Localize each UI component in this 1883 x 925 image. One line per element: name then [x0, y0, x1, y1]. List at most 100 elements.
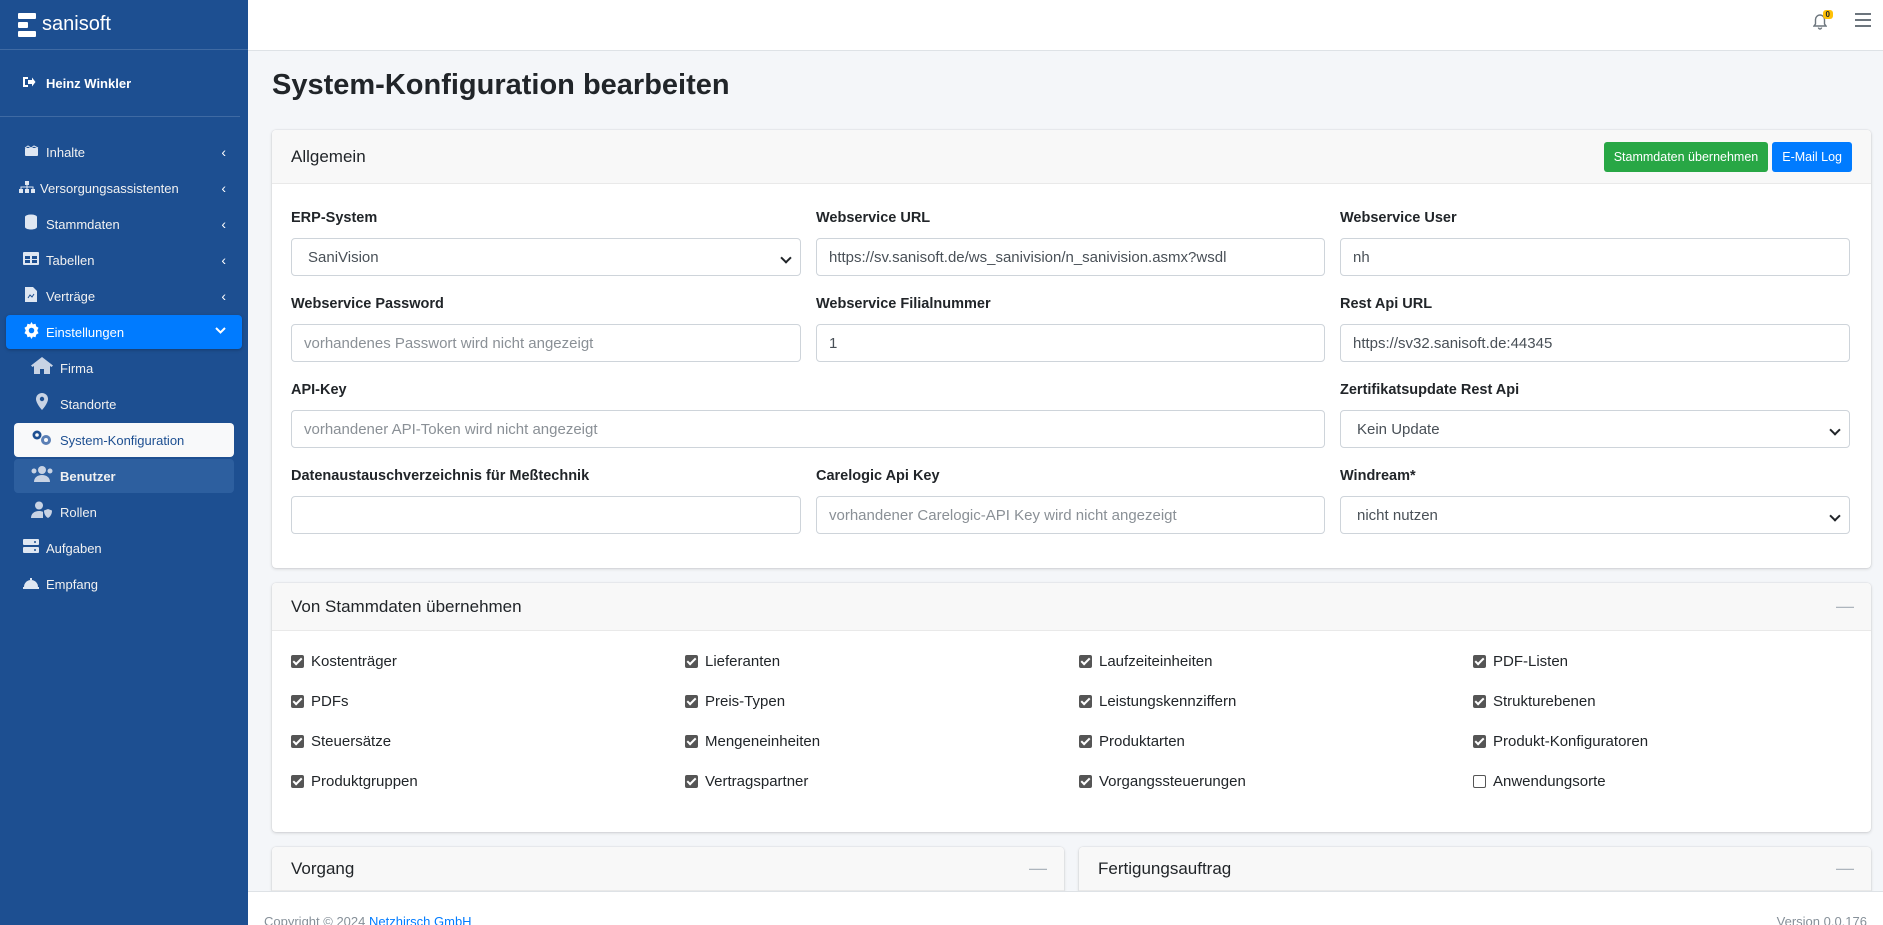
map-marker-icon: [28, 393, 56, 415]
sidebar-item-label: Empfang: [46, 576, 99, 592]
notification-badge: 0: [1822, 10, 1833, 19]
card-tools: Stammdaten übernehmen E-Mail Log: [1603, 141, 1852, 172]
import-option-checkbox[interactable]: Produktarten: [1079, 733, 1185, 750]
card-title: Von Stammdaten übernehmen: [291, 596, 522, 616]
sidebar-item-versorgungsassistenten[interactable]: Versorgungsassistenten ‹: [6, 171, 242, 205]
import-option-label: Strukturebenen: [1493, 693, 1596, 710]
sidebar-item-tabellen[interactable]: Tabellen ‹: [6, 243, 242, 277]
import-option-label: Kostenträger: [311, 653, 397, 670]
email-log-button[interactable]: E-Mail Log: [1772, 141, 1852, 172]
import-option-checkbox[interactable]: PDFs: [291, 693, 349, 710]
import-option-checkbox[interactable]: PDF-Listen: [1473, 653, 1568, 670]
checkbox-checked-icon[interactable]: [291, 775, 304, 788]
windream-select[interactable]: nicht nutzen: [1340, 496, 1850, 534]
sidebar-item-aufgaben[interactable]: Aufgaben: [6, 531, 242, 565]
checkbox-checked-icon[interactable]: [685, 735, 698, 748]
erp-system-label: ERP-System: [291, 210, 378, 226]
user-panel[interactable]: Heinz Winkler: [0, 50, 240, 117]
sanisoft-logo-icon: [18, 12, 36, 37]
sidebar-item-system-konfiguration[interactable]: System-Konfiguration: [14, 423, 234, 457]
sidebar-item-empfang[interactable]: Empfang: [6, 567, 242, 601]
checkbox-checked-icon[interactable]: [291, 735, 304, 748]
api-key-label: API-Key: [291, 382, 347, 398]
import-option-checkbox[interactable]: Vorgangssteuerungen: [1079, 773, 1246, 790]
webservice-url-value: https://sv.sanisoft.de/ws_sanivision/n_s…: [829, 248, 1227, 266]
collapse-button[interactable]: —: [1836, 596, 1854, 617]
checkbox-checked-icon[interactable]: [1079, 695, 1092, 708]
webservice-user-value: nh: [1353, 248, 1370, 266]
import-option-checkbox[interactable]: Produkt-Konfiguratoren: [1473, 733, 1648, 750]
import-option-checkbox[interactable]: Preis-Typen: [685, 693, 785, 710]
collapse-button[interactable]: —: [1029, 858, 1047, 879]
erp-system-select[interactable]: SaniVision: [291, 238, 801, 276]
menu-toggle-button[interactable]: [1855, 13, 1871, 27]
import-option-label: Vorgangssteuerungen: [1099, 773, 1246, 790]
checkbox-checked-icon[interactable]: [291, 695, 304, 708]
import-option-checkbox[interactable]: Mengeneinheiten: [685, 733, 820, 750]
collapse-button[interactable]: —: [1836, 858, 1854, 879]
import-option-checkbox[interactable]: Lieferanten: [685, 653, 780, 670]
checkbox-checked-icon[interactable]: [1473, 735, 1486, 748]
import-option-checkbox[interactable]: Leistungskennziffern: [1079, 693, 1236, 710]
sidebar-item-label: Standorte: [60, 396, 117, 412]
sidebar-item-label: Aufgaben: [46, 540, 102, 556]
sidebar-item-label: Firma: [60, 360, 94, 376]
exchange-dir-input[interactable]: [291, 496, 801, 534]
import-masterdata-button[interactable]: Stammdaten übernehmen: [1603, 141, 1769, 172]
sidebar-item-firma[interactable]: Firma: [6, 351, 242, 385]
sidebar-item-einstellungen[interactable]: Einstellungen: [6, 315, 242, 349]
webservice-branch-input[interactable]: 1: [816, 324, 1325, 362]
checkbox-checked-icon[interactable]: [685, 775, 698, 788]
checkbox-checked-icon[interactable]: [291, 655, 304, 668]
cert-update-select[interactable]: Kein Update: [1340, 410, 1850, 448]
footer: Copyright © 2024 Netzhirsch GmbH Version…: [248, 891, 1883, 925]
webservice-user-input[interactable]: nh: [1340, 238, 1850, 276]
checkbox-checked-icon[interactable]: [1473, 695, 1486, 708]
api-key-input[interactable]: vorhandener API-Token wird nicht angezei…: [291, 410, 1325, 448]
home-icon: [28, 357, 56, 379]
import-option-label: Produktarten: [1099, 733, 1185, 750]
import-option-checkbox[interactable]: Anwendungsorte: [1473, 773, 1606, 790]
import-option-checkbox[interactable]: Produktgruppen: [291, 773, 418, 790]
copyright-text: Copyright © 2024: [264, 914, 366, 925]
windream-value: nicht nutzen: [1357, 506, 1438, 524]
cert-update-label: Zertifikatsupdate Rest Api: [1340, 382, 1520, 398]
sidebar-item-rollen[interactable]: Rollen: [6, 495, 242, 529]
chevron-left-icon: ‹: [221, 252, 226, 268]
notifications-button[interactable]: 0: [1812, 10, 1833, 35]
card-title: Allgemein: [291, 146, 366, 166]
import-option-label: PDF-Listen: [1493, 653, 1569, 670]
checkbox-checked-icon[interactable]: [1473, 655, 1486, 668]
rest-api-url-input[interactable]: https://sv32.sanisoft.de:44345: [1340, 324, 1850, 362]
user-shield-icon: [28, 501, 56, 523]
import-option-checkbox[interactable]: Strukturebenen: [1473, 693, 1596, 710]
bell-concierge-icon: [20, 576, 42, 593]
import-option-label: Anwendungsorte: [1493, 773, 1606, 790]
webservice-password-input[interactable]: vorhandenes Passwort wird nicht angezeig…: [291, 324, 801, 362]
import-option-checkbox[interactable]: Kostenträger: [291, 653, 397, 670]
carelogic-key-input[interactable]: vorhandener Carelogic-API Key wird nicht…: [816, 496, 1325, 534]
checkbox-checked-icon[interactable]: [685, 695, 698, 708]
sidebar-item-standorte[interactable]: Standorte: [6, 387, 242, 421]
tasks-icon: [20, 539, 42, 557]
checkbox-checked-icon[interactable]: [685, 655, 698, 668]
import-option-label: PDFs: [311, 693, 349, 710]
checkbox-checked-icon[interactable]: [1079, 735, 1092, 748]
company-link[interactable]: Netzhirsch GmbH: [369, 914, 472, 925]
sidebar-item-vertraege[interactable]: Verträge ‹: [6, 279, 242, 313]
checkbox-checked-icon[interactable]: [1079, 775, 1092, 788]
checkbox-checked-icon[interactable]: [1079, 655, 1092, 668]
checkbox-unchecked-icon[interactable]: [1473, 775, 1486, 788]
page-title: System-Konfiguration bearbeiten: [272, 69, 730, 101]
sidebar-item-benutzer[interactable]: Benutzer: [14, 459, 234, 493]
card-header: Allgemein Stammdaten übernehmen E-Mail L…: [272, 130, 1871, 184]
import-option-checkbox[interactable]: Laufzeiteinheiten: [1079, 653, 1212, 670]
sidebar-item-stammdaten[interactable]: Stammdaten ‹: [6, 207, 242, 241]
import-option-checkbox[interactable]: Steuersätze: [291, 733, 391, 750]
brand[interactable]: sanisoft: [0, 0, 248, 50]
import-option-checkbox[interactable]: Vertragspartner: [685, 773, 808, 790]
import-option-label: Laufzeiteinheiten: [1099, 653, 1213, 670]
sidebar-item-inhalte[interactable]: Inhalte ‹: [6, 135, 242, 169]
webservice-url-input[interactable]: https://sv.sanisoft.de/ws_sanivision/n_s…: [816, 238, 1325, 276]
contract-icon: [20, 286, 42, 306]
